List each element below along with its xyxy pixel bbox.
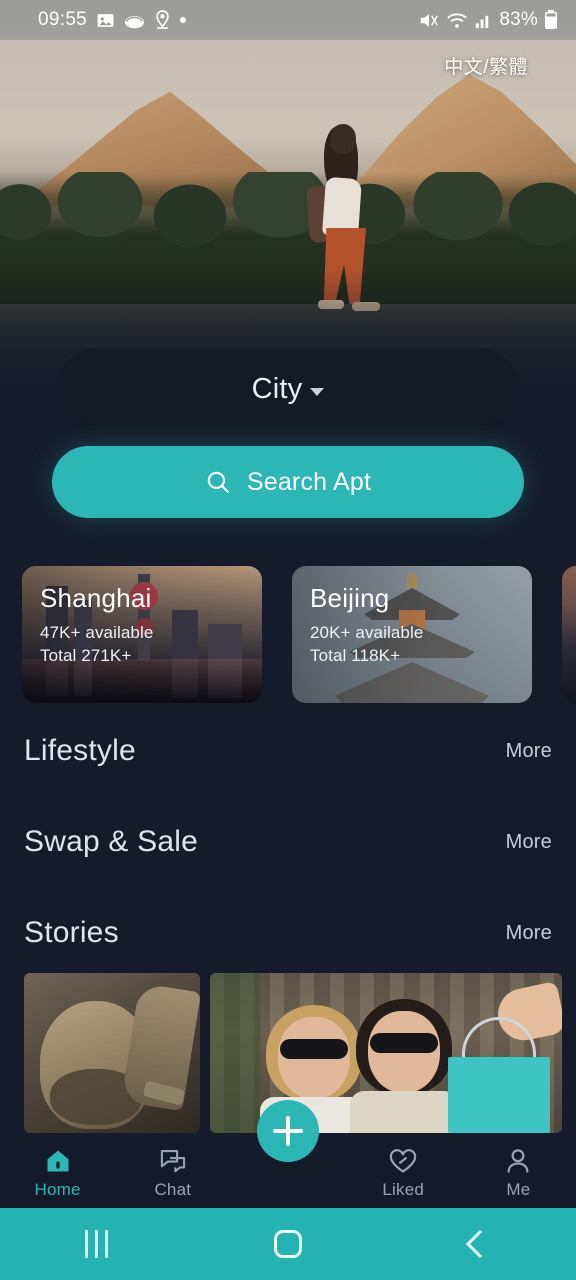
home-square-icon <box>274 1230 302 1258</box>
city-cards-carousel[interactable]: Shanghai 47K+ available Total 271K+ Beij… <box>0 566 576 706</box>
shell-icon <box>125 15 145 28</box>
city-card-total: Total 118K+ <box>310 646 401 666</box>
city-card-shanghai[interactable]: Shanghai 47K+ available Total 271K+ <box>22 566 262 703</box>
search-apt-button[interactable]: Search Apt <box>52 446 524 518</box>
card-overlay <box>562 566 576 703</box>
status-bar: 09:55 83% <box>0 0 576 40</box>
create-post-fab[interactable] <box>257 1100 319 1162</box>
city-card-beijing[interactable]: Beijing 20K+ available Total 118K+ <box>292 566 532 703</box>
search-apt-label: Search Apt <box>246 467 372 496</box>
nav-label: Chat <box>154 1179 192 1199</box>
city-select-label: City <box>251 372 303 405</box>
battery-icon <box>545 10 557 29</box>
status-time: 09:55 <box>38 9 88 30</box>
section-more-link[interactable]: More <box>506 740 552 763</box>
person-icon <box>507 1148 529 1173</box>
section-more-link[interactable]: More <box>506 831 552 854</box>
back-chevron-icon <box>465 1229 495 1259</box>
section-title: Stories <box>24 916 119 949</box>
nav-label: Liked <box>382 1179 425 1199</box>
battery-percent: 83% <box>499 9 538 30</box>
heart-icon <box>389 1148 417 1172</box>
city-card-total: Total 271K+ <box>40 646 132 666</box>
chat-icon <box>160 1149 185 1172</box>
city-card-shenzhen[interactable]: Shenzhen 19K+ available Total 96K+ <box>562 566 576 703</box>
android-recents-button[interactable] <box>36 1208 156 1280</box>
android-back-button[interactable] <box>420 1208 540 1280</box>
section-header-lifestyle: Lifestyle More <box>0 731 576 771</box>
city-card-available: 20K+ available <box>310 622 424 642</box>
story-card-shopping[interactable] <box>210 973 562 1133</box>
city-card-available: 47K+ available <box>40 622 154 642</box>
home-icon <box>47 1150 69 1171</box>
recents-icon <box>84 1230 108 1258</box>
story-card-portrait[interactable] <box>24 973 200 1133</box>
signal-icon <box>476 15 489 28</box>
chevron-down-icon <box>310 388 325 396</box>
magnifier-icon <box>207 471 229 493</box>
status-bar-right: 83% <box>418 9 558 31</box>
location-pin-icon <box>156 10 169 29</box>
mute-icon <box>421 13 439 27</box>
nav-label: Home <box>34 1179 81 1199</box>
nav-item-me[interactable]: Me <box>461 1147 576 1200</box>
nav-item-chat[interactable]: Chat <box>115 1147 230 1200</box>
dot-icon <box>180 17 187 23</box>
android-system-nav-bar <box>0 1208 576 1280</box>
gallery-icon <box>97 13 114 27</box>
wifi-icon <box>447 12 468 28</box>
section-header-swap-and-sale: Swap & Sale More <box>0 822 576 862</box>
section-title: Swap & Sale <box>24 825 198 858</box>
nav-item-home[interactable]: Home <box>0 1147 115 1200</box>
city-card-name: Shanghai <box>40 583 152 613</box>
section-title: Lifestyle <box>24 734 136 767</box>
section-more-link[interactable]: More <box>506 922 552 945</box>
nav-label: Me <box>506 1179 531 1199</box>
language-selector[interactable]: 中文/繁體 <box>444 52 528 79</box>
app-screen: 中文/繁體 09:55 83% City Search Apt Shanghai… <box>0 0 576 1280</box>
search-area: City Search Apt <box>0 348 576 518</box>
city-select-dropdown[interactable]: City <box>56 348 520 430</box>
status-bar-left: 09:55 <box>38 9 187 31</box>
section-header-stories: Stories More <box>0 913 576 953</box>
nav-item-liked[interactable]: Liked <box>346 1147 461 1200</box>
android-home-button[interactable] <box>228 1208 348 1280</box>
city-card-name: Beijing <box>310 583 390 613</box>
